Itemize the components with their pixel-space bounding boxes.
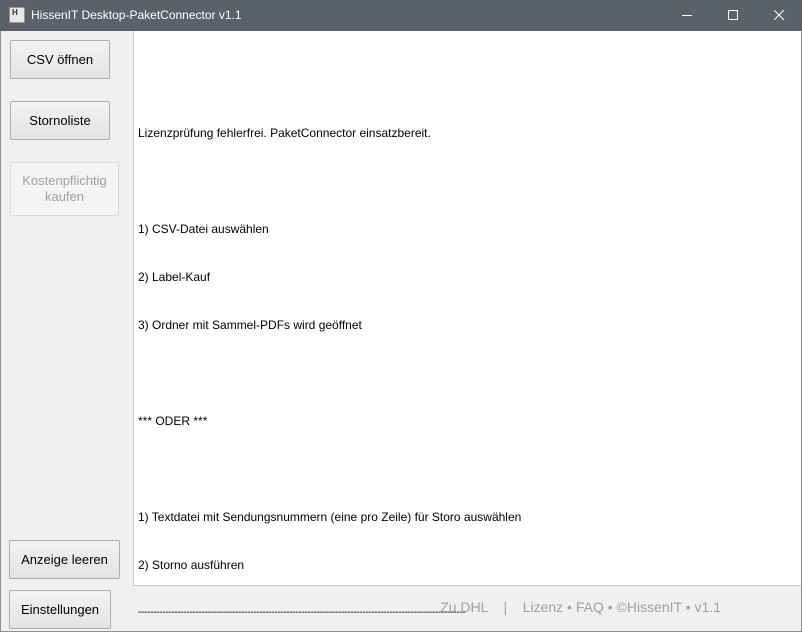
footer-dot: •: [685, 599, 691, 615]
log-line: 2) Storno ausführen: [138, 558, 245, 572]
close-icon: [774, 10, 785, 21]
footer-dot: •: [607, 599, 613, 615]
buy-button-line1: Kostenpflichtig: [22, 173, 107, 188]
footer-links: Zu DHL | Lizenz • FAQ • ©HissenIT • v1.1: [440, 599, 721, 615]
csv-open-button[interactable]: CSV öffnen: [10, 40, 110, 79]
faq-link[interactable]: FAQ: [576, 599, 604, 615]
buy-button[interactable]: Kostenpflichtig kaufen: [10, 162, 119, 216]
dhl-link[interactable]: Zu DHL: [440, 599, 488, 615]
close-button[interactable]: [756, 0, 802, 31]
log-line: 1) Textdatei mit Sendungsnummern (eine p…: [138, 510, 522, 524]
footer-dot: •: [567, 599, 572, 615]
version-text: v1.1: [694, 599, 721, 615]
buy-button-line2: kaufen: [44, 189, 85, 204]
app-icon: [9, 7, 25, 23]
window-title: HissenIT Desktop-PaketConnector v1.1: [31, 8, 242, 22]
maximize-button[interactable]: [710, 0, 756, 31]
log-text: Lizenzprüfung fehlerfrei. PaketConnector…: [138, 93, 521, 632]
log-line: 2) Label-Kauf: [138, 270, 211, 284]
clear-display-button[interactable]: Anzeige leeren: [9, 540, 120, 579]
footer: Zu DHL | Lizenz • FAQ • ©HissenIT • v1.1: [134, 587, 801, 631]
storno-list-button[interactable]: Stornoliste: [10, 101, 110, 140]
log-line: *** ODER ***: [138, 414, 208, 428]
log-line: ​: [138, 365, 521, 381]
copyright-text: ©HissenIT: [616, 599, 682, 615]
log-line: 1) CSV-Datei auswählen: [138, 222, 269, 236]
maximize-icon: [728, 10, 738, 20]
log-line: ​: [138, 461, 521, 477]
footer-separator: |: [503, 599, 508, 615]
title-bar: HissenIT Desktop-PaketConnector v1.1: [0, 0, 802, 31]
minimize-icon: [682, 15, 692, 16]
settings-button[interactable]: Einstellungen: [9, 590, 111, 629]
log-output[interactable]: Lizenzprüfung fehlerfrei. PaketConnector…: [133, 31, 801, 618]
log-line: ​: [138, 173, 521, 189]
minimize-button[interactable]: [664, 0, 710, 31]
log-line: Lizenzprüfung fehlerfrei. PaketConnector…: [138, 126, 431, 140]
log-line: 3) Ordner mit Sammel-PDFs wird geöffnet: [138, 318, 362, 332]
license-link[interactable]: Lizenz: [523, 599, 563, 615]
